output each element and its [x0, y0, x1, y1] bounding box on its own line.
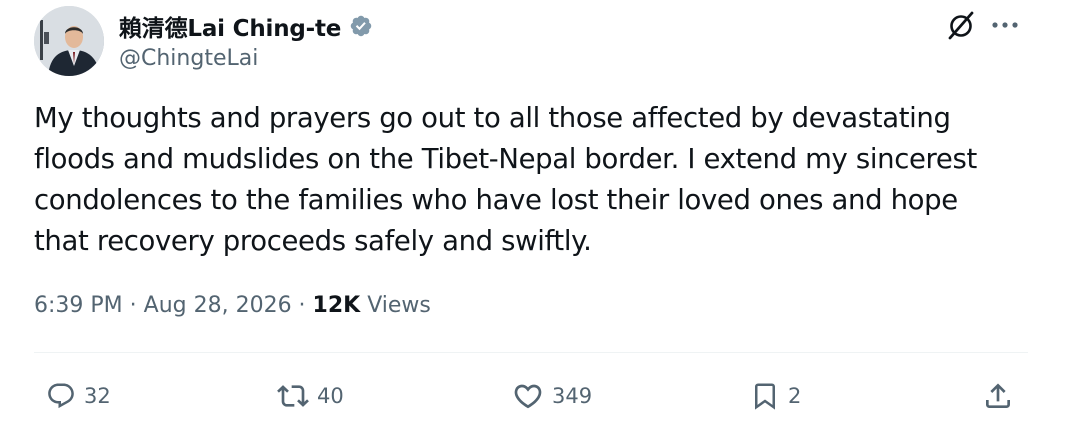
like-count: 349 — [552, 384, 593, 408]
share-icon — [986, 383, 1010, 408]
tweet-card: 賴清德Lai Ching-te @ChingteLai My thoughts … — [0, 0, 1075, 421]
reply-icon — [48, 383, 74, 409]
meta-separator-2: · — [291, 293, 313, 318]
views-label: Views — [360, 293, 431, 318]
avatar-image — [34, 6, 104, 76]
more-button[interactable] — [990, 10, 1020, 40]
author-display-name[interactable]: 賴清德Lai Ching-te — [119, 9, 341, 43]
more-icon — [992, 22, 1018, 28]
tweet-time[interactable]: 6:39 PM — [34, 293, 123, 318]
share-button[interactable] — [982, 374, 1014, 418]
author-handle[interactable]: @ChingteLai — [119, 46, 258, 71]
bookmark-button[interactable]: 2 — [750, 374, 801, 418]
heart-icon — [514, 384, 542, 409]
like-button[interactable]: 349 — [512, 374, 592, 418]
grok-button[interactable] — [944, 8, 978, 42]
bookmark-count: 2 — [788, 384, 802, 408]
tweet-date[interactable]: Aug 28, 2026 — [144, 293, 292, 318]
author-name-row: 賴清德Lai Ching-te — [119, 9, 373, 43]
retweet-count: 40 — [317, 384, 344, 408]
bookmark-icon — [755, 383, 775, 410]
grok-icon — [948, 11, 974, 40]
retweet-icon — [277, 385, 309, 407]
verified-badge-icon — [350, 15, 372, 37]
divider — [34, 352, 1028, 353]
meta-separator: · — [122, 293, 144, 318]
avatar[interactable] — [34, 6, 104, 76]
tweet-text: My thoughts and prayers go out to all th… — [34, 102, 977, 257]
tweet-meta: 6:39 PM · Aug 28, 2026 · 12K Views — [34, 293, 431, 318]
reply-count: 32 — [84, 384, 111, 408]
views-count[interactable]: 12K — [313, 293, 361, 318]
action-bar: 32 40 349 2 — [0, 374, 1075, 418]
retweet-button[interactable]: 40 — [277, 374, 344, 418]
reply-button[interactable]: 32 — [46, 374, 111, 418]
